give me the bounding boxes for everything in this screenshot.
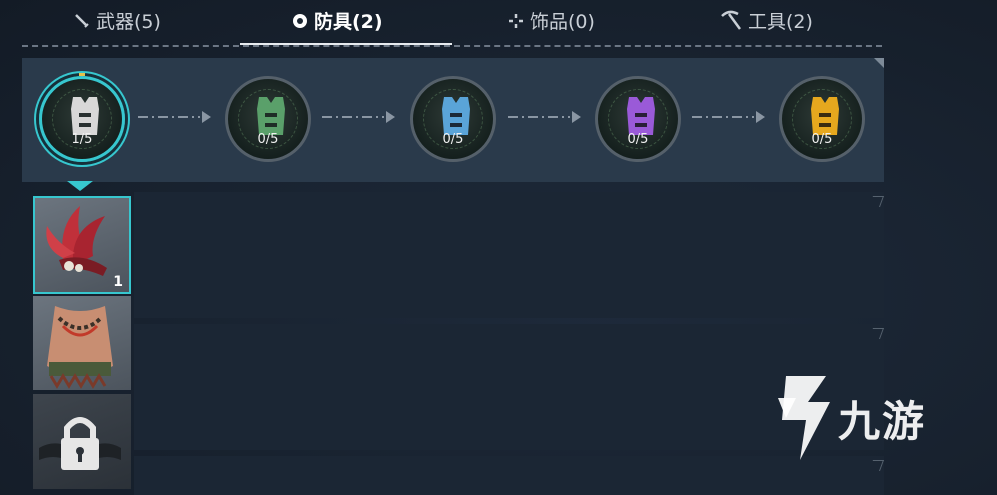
- armor-gear-icon: [292, 12, 308, 28]
- item-slot-locked[interactable]: [33, 394, 131, 489]
- sword-icon: [74, 12, 90, 28]
- tab-label: 饰品(0): [530, 10, 595, 33]
- arrow-right-icon: [756, 111, 765, 123]
- arrow-right-icon: [572, 111, 581, 123]
- indicator-dot: [79, 73, 85, 76]
- tab-label: 工具(2): [748, 10, 813, 33]
- tier-count: 0/5: [811, 132, 833, 147]
- tier-connector: [692, 116, 754, 118]
- arrow-right-icon: [202, 111, 211, 123]
- armor-vest-icon: [71, 97, 99, 135]
- tier-purple[interactable]: 0/5: [595, 76, 681, 162]
- tier-count: 1/5: [71, 132, 93, 147]
- tab-label: 武器(5): [96, 10, 161, 33]
- padlock-icon: [39, 417, 121, 470]
- armor-vest-icon: [442, 97, 470, 135]
- category-tabs: 武器(5) 防具(2) 饰品(0) 工具(2): [22, 0, 882, 47]
- tribal-chest-armor-icon: [47, 306, 113, 389]
- tier-count: 0/5: [257, 132, 279, 147]
- tier-green[interactable]: 0/5: [225, 76, 311, 162]
- tier-gold[interactable]: 0/5: [779, 76, 865, 162]
- tab-ornaments[interactable]: 饰品(0): [508, 6, 595, 34]
- tier-white[interactable]: 1/5: [39, 73, 125, 162]
- tabs-divider: [22, 45, 882, 47]
- watermark-text: 九游: [838, 397, 927, 446]
- ornament-icon: [508, 12, 524, 28]
- tab-tools[interactable]: 工具(2): [720, 6, 813, 34]
- selected-tier-pointer: [67, 181, 93, 191]
- armor-vest-icon: [811, 97, 839, 135]
- tab-armor[interactable]: 防具(2): [292, 6, 383, 34]
- item-slot-chest-armor[interactable]: [33, 296, 131, 390]
- tier-connector: [322, 116, 384, 118]
- pickaxe-icon: [720, 10, 742, 30]
- item-slot-headdress[interactable]: 1: [33, 196, 131, 294]
- tab-label: 防具(2): [314, 10, 383, 33]
- armor-vest-icon: [257, 97, 285, 135]
- tier-count: 0/5: [627, 132, 649, 147]
- item-quantity: 1: [113, 274, 123, 290]
- tier-count: 0/5: [442, 132, 464, 147]
- item-row: [134, 192, 884, 318]
- tier-blue[interactable]: 0/5: [410, 76, 496, 162]
- armor-vest-icon: [627, 97, 655, 135]
- arrow-right-icon: [386, 111, 395, 123]
- rarity-tier-strip: 1/5 0/5 0/5 0/5 0/5: [22, 58, 884, 182]
- tab-weapons[interactable]: 武器(5): [74, 6, 161, 34]
- tier-connector: [508, 116, 570, 118]
- tier-connector: [138, 116, 200, 118]
